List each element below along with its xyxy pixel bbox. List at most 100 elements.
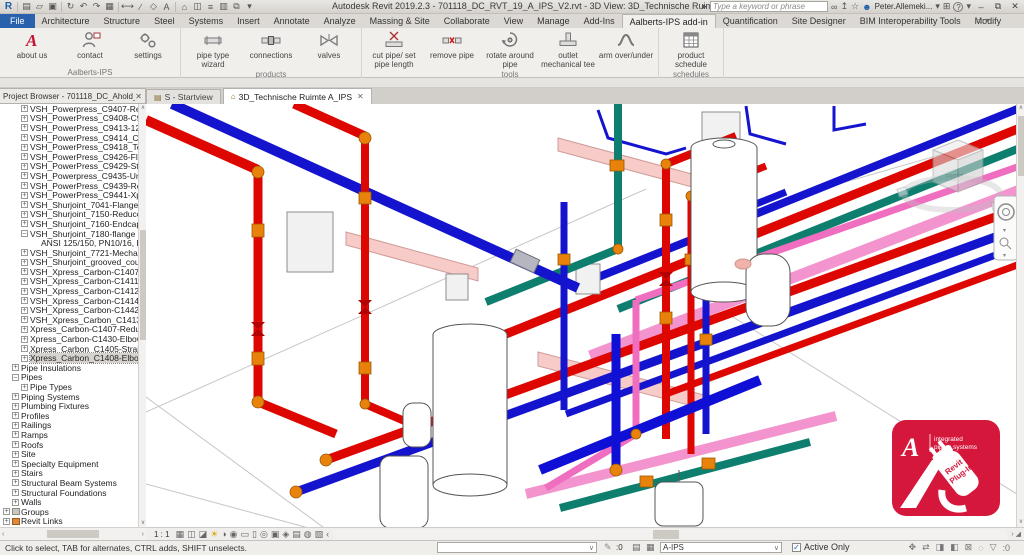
minimize-button[interactable]: –	[974, 2, 988, 12]
workset-dropdown[interactable]: ∨	[437, 542, 597, 553]
expand-plus-icon[interactable]: +	[12, 393, 19, 400]
expand-plus-icon[interactable]: +	[21, 336, 28, 343]
tree-item[interactable]: +Railings	[0, 421, 145, 431]
worksharing-display-icon[interactable]: ✥	[909, 542, 917, 553]
select-links-icon[interactable]: ◨	[936, 542, 945, 553]
tree-item[interactable]: +Xpress_Carbon-C1407-Reducer	[0, 325, 145, 335]
tab-insert[interactable]: Insert	[230, 14, 267, 28]
tree-item[interactable]: +Roofs	[0, 440, 145, 450]
revit-logo-icon[interactable]: R	[2, 1, 15, 13]
scroll-down-icon[interactable]: ∨	[1017, 518, 1024, 527]
worksharing-panel-icon[interactable]: ▦	[646, 542, 655, 553]
tree-item[interactable]: +VSH_Shurjoint_7160-Endcap	[0, 219, 145, 229]
expand-plus-icon[interactable]: +	[3, 508, 10, 515]
expand-plus-icon[interactable]: +	[21, 144, 28, 151]
tree-item[interactable]: +VSH_Xpress_Carbon-C1407-Reduce	[0, 267, 145, 277]
expand-plus-icon[interactable]: +	[21, 201, 28, 208]
tab-annotate[interactable]: Annotate	[267, 14, 317, 28]
tree-item[interactable]: +Site	[0, 449, 145, 459]
scale-icon[interactable]: ▦	[176, 529, 185, 540]
scrollbar-thumb[interactable]	[653, 530, 679, 539]
tree-item[interactable]: +VSH_Xpress_Carbon_C1413-Elbow_	[0, 315, 145, 325]
temporary-hide-icon[interactable]: ▣	[271, 529, 280, 540]
expand-plus-icon[interactable]: +	[21, 115, 28, 122]
tab-view[interactable]: View	[497, 14, 530, 28]
close-hidden-windows-icon[interactable]: ▥	[217, 1, 230, 13]
section-icon[interactable]: ◫	[191, 1, 204, 13]
select-pinned-icon[interactable]: ⊠	[965, 542, 973, 553]
tab-massing-site[interactable]: Massing & Site	[363, 14, 437, 28]
expand-plus-icon[interactable]: +	[21, 355, 28, 362]
product-schedule-button[interactable]: product schedule	[663, 30, 719, 69]
connections-button[interactable]: connections	[243, 30, 299, 60]
tab-architecture[interactable]: Architecture	[35, 14, 97, 28]
tree-item[interactable]: +Pipe Insulations	[0, 363, 145, 373]
expand-plus-icon[interactable]: +	[12, 422, 19, 429]
detail-level-icon[interactable]: ◫	[187, 529, 196, 540]
expand-plus-icon[interactable]: +	[21, 259, 28, 266]
expand-plus-icon[interactable]: +	[12, 470, 19, 477]
drag-on-selection-icon[interactable]: ◌	[978, 543, 983, 553]
expand-plus-icon[interactable]: +	[21, 326, 28, 333]
tree-item[interactable]: +VSH_Xpress_Carbon-C1442-Groove	[0, 305, 145, 315]
collapse-icon[interactable]: ‹	[326, 529, 329, 539]
expand-plus-icon[interactable]: +	[21, 297, 28, 304]
expand-plus-icon[interactable]: +	[12, 441, 19, 448]
expand-plus-icon[interactable]: +	[21, 134, 28, 141]
tab-aalberts-ips-add-in[interactable]: Aalberts-IPS add-in	[622, 14, 716, 28]
project-browser-vscrollbar[interactable]: ∧ ∨	[138, 104, 146, 528]
tree-item[interactable]: +Piping Systems	[0, 392, 145, 402]
temporary-view-properties-icon[interactable]: ▤	[292, 529, 301, 540]
thin-lines-icon[interactable]: ≡	[204, 1, 217, 13]
expand-plus-icon[interactable]: +	[21, 249, 28, 256]
expand-plus-icon[interactable]: +	[21, 105, 28, 112]
pipe-type-wizard-button[interactable]: pipe type wizard	[185, 30, 241, 69]
tree-item[interactable]: +Revit Links	[0, 517, 145, 527]
undo-icon[interactable]: ↶	[77, 1, 90, 13]
redo-icon[interactable]: ↷	[90, 1, 103, 13]
editing-requests-icon[interactable]: ✎	[604, 542, 612, 553]
project-browser-header[interactable]: Project Browser - 701118_DC_Ahold_Bleisw…	[0, 88, 146, 104]
displacement-icon[interactable]: ◍	[304, 529, 312, 540]
tree-item[interactable]: ANSI 125/150, PN10/16, BS-10	[0, 238, 145, 248]
sync-icon[interactable]: ↻	[64, 1, 77, 13]
tree-item[interactable]: +VSH_PowerPress_C9439-Reduced_	[0, 181, 145, 191]
outlet-mechanical-tee-button[interactable]: outlet mechanical tee	[540, 30, 596, 69]
default-3d-view-icon[interactable]: ⌂	[178, 1, 191, 13]
expand-plus-icon[interactable]: +	[12, 403, 19, 410]
tree-item[interactable]: +VSH_PowerPress_C9413-12-45_Elb	[0, 123, 145, 133]
tree-item[interactable]: +VSH_Powerpress_C9407-Reducer-T	[0, 104, 145, 114]
tree-item[interactable]: +Xpress_Carbon-C1430-Elbow-PxR_	[0, 334, 145, 344]
expand-plus-icon[interactable]: +	[3, 518, 10, 525]
sun-path-icon[interactable]: ☀	[210, 529, 218, 540]
print-icon[interactable]: ▦	[103, 1, 116, 13]
expand-plus-icon[interactable]: +	[21, 163, 28, 170]
search-icon[interactable]: ∞	[831, 2, 837, 12]
expand-plus-icon[interactable]: +	[12, 412, 19, 419]
expand-plus-icon[interactable]: +	[12, 451, 19, 458]
navigation-bar[interactable]: ▾ ▾	[994, 196, 1016, 260]
lock-3d-view-icon[interactable]: ◎	[260, 529, 268, 540]
tree-item[interactable]: +VSH_Shurjoint_7721-Mechanical Te	[0, 248, 145, 258]
close-button[interactable]: ✕	[1008, 1, 1022, 12]
expand-plus-icon[interactable]: +	[12, 499, 19, 506]
tab-site-designer[interactable]: Site Designer	[785, 14, 853, 28]
reveal-hidden-icon[interactable]: ◈	[282, 529, 289, 540]
tree-item[interactable]: +VSH_Xpress_Carbon-C1412-Elbow_	[0, 286, 145, 296]
scrollbar-thumb[interactable]	[47, 530, 99, 538]
tab-quantification[interactable]: Quantification	[716, 14, 785, 28]
restore-button[interactable]: ⧉	[991, 1, 1005, 12]
switch-windows-icon[interactable]: ⧉	[230, 1, 243, 13]
save-icon[interactable]: ▣	[46, 1, 59, 13]
project-browser-hscrollbar[interactable]: ‹ ›	[0, 527, 146, 540]
constraints-icon[interactable]: ▧	[315, 529, 324, 540]
tree-item[interactable]: +Ramps	[0, 430, 145, 440]
expand-plus-icon[interactable]: +	[21, 307, 28, 314]
tree-item[interactable]: +VSH_PowerPress_C9429-Stop_End-	[0, 162, 145, 172]
tab-steel[interactable]: Steel	[147, 14, 182, 28]
tree-item[interactable]: +Xpress_Carbon_C1408-Elbow_PxP	[0, 353, 145, 363]
3d-model-canvas[interactable]: FRONT ▾ ▾ A integrated piping systems	[146, 104, 1016, 527]
crop-view-icon[interactable]: ▭	[241, 529, 250, 540]
help-caret-icon[interactable]: ▾	[966, 1, 971, 12]
view-tab-s-startview[interactable]: ▤S - Startview	[146, 89, 221, 104]
